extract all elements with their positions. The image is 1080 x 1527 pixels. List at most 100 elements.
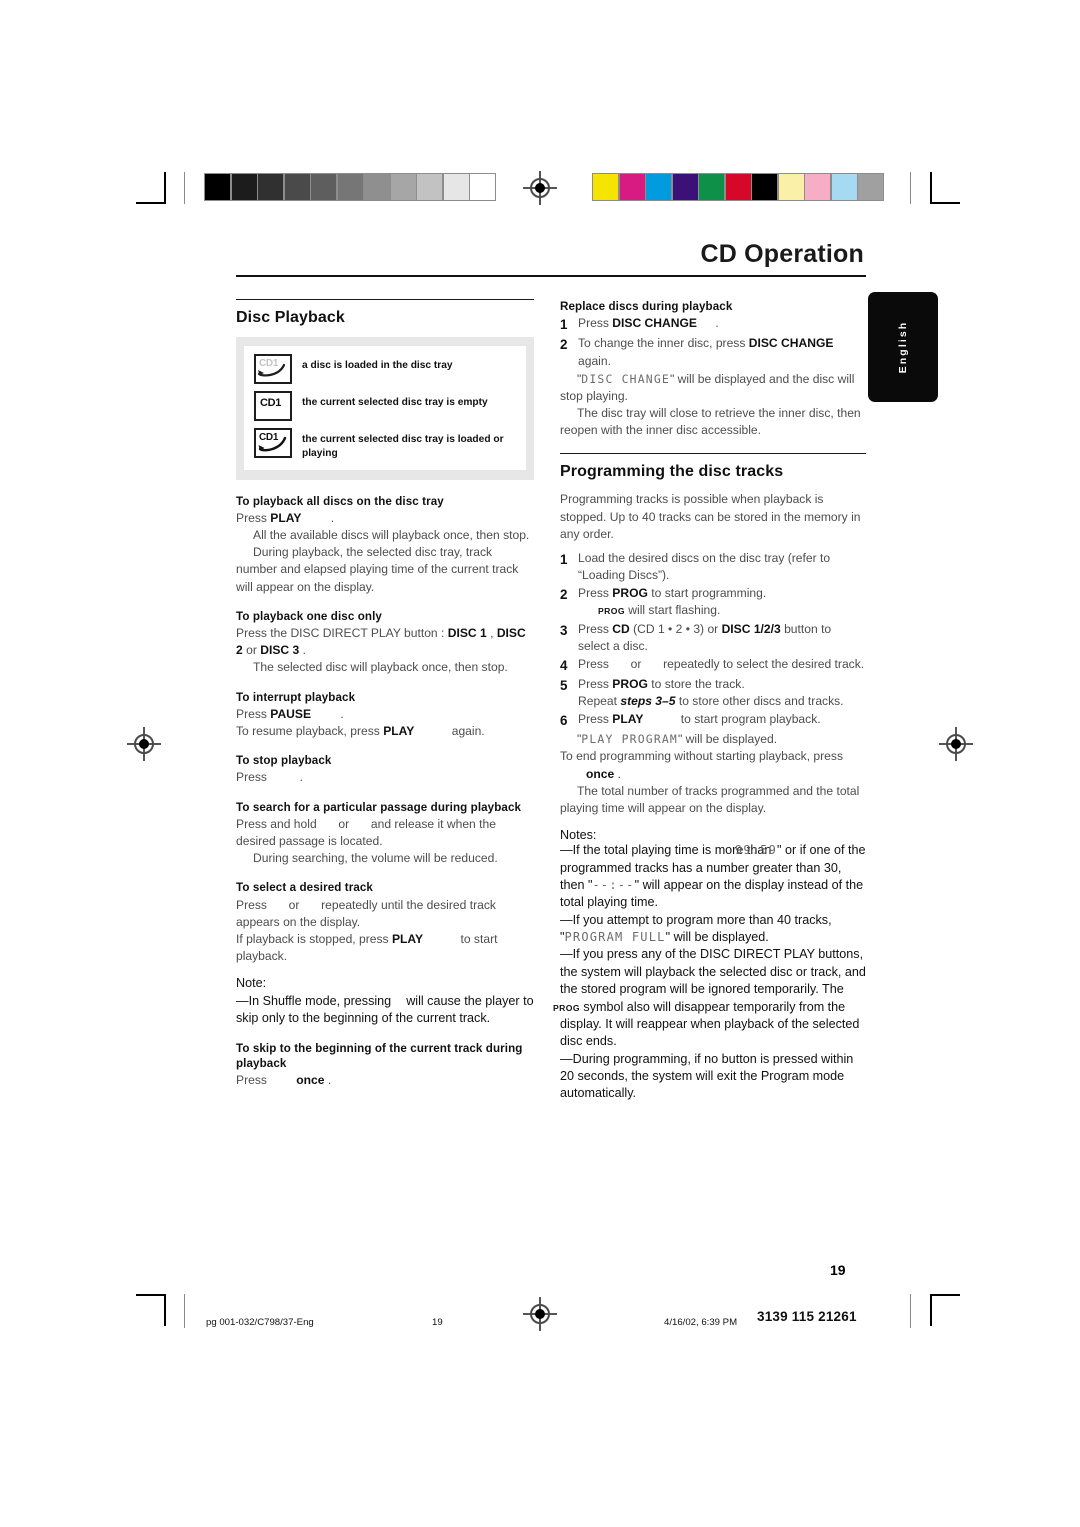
disc-tray-empty-icon: CD1 (254, 391, 292, 421)
disc-playback-heading: Disc Playback (236, 309, 345, 326)
crop-mark-tl-h (136, 202, 166, 204)
color-patch-0 (593, 174, 618, 200)
lcd-play-program: PLAY PROGRAM (581, 732, 678, 747)
disc-loaded-icon: CD1 (254, 354, 292, 384)
heading-replace-discs: Replace discs during playback (560, 300, 733, 313)
step-item: 1 Load the desired discs on the disc tra… (560, 550, 866, 584)
notes-title: Notes: (560, 828, 597, 843)
text-end-programming: To end programming without starting play… (560, 749, 843, 781)
left-note-title: Note: (236, 976, 267, 991)
programming-steps: 1 Load the desired discs on the disc tra… (560, 550, 866, 730)
text-search-volume-reduced: During searching, the volume will be red… (253, 851, 498, 866)
replace-discs-steps: 1 Press DISC CHANGE . 2 To change the in… (560, 315, 866, 369)
text-all-discs-once: All the available discs will playback on… (253, 528, 530, 542)
step-item: 5 Press PROG to store the track. Repeat … (560, 676, 866, 710)
disc-arrow-arc-icon (258, 436, 287, 452)
programming-heading: Programming the disc tracks (560, 463, 784, 481)
grayscale-patch-4 (311, 174, 336, 200)
step-number: 6 (560, 713, 568, 729)
text-press-skip-repeatedly: Press or repeatedly until the desired tr… (236, 897, 496, 929)
legend-item-tray-loaded: CD1 the current selected disc tray is lo… (254, 428, 516, 461)
step-number: 2 (560, 587, 568, 603)
step-item: 6 Press PLAY to start program playback. (560, 711, 866, 730)
page-number: 19 (830, 1262, 846, 1278)
prog-indicator-symbol: PROG (598, 606, 625, 617)
text-resume-playback: To resume playback, press PLAY again. (236, 723, 485, 738)
step-text: Press or repeatedly to select the desire… (578, 656, 865, 671)
programming-section-rule (560, 453, 866, 455)
color-patch-1 (619, 174, 645, 200)
heading-stop-playback: To stop playback (236, 754, 332, 768)
note-program-timeout: —During programming, if no button is pre… (560, 1051, 854, 1101)
note-program-full: —If you attempt to program more than 40 … (560, 912, 832, 945)
color-patch-9 (831, 174, 857, 200)
text-during-playback-display: During playback, the selected disc tray,… (236, 545, 519, 594)
step-item: 4 Press or repeatedly to select the desi… (560, 656, 866, 675)
text-total-tracks-time: The total number of tracks programmed an… (560, 783, 860, 815)
registration-target-top (523, 171, 557, 205)
color-patch-4 (699, 174, 724, 200)
grayscale-patch-3 (284, 174, 310, 200)
registration-target-left (127, 727, 161, 761)
step-item: 2 Press PROG to start programming. PROG … (560, 585, 866, 619)
lcd-max-time: 99:59 (734, 843, 778, 858)
step-text: Press PROG to store the track. Repeat st… (578, 676, 844, 709)
step-item: 1 Press DISC CHANGE . (560, 315, 866, 334)
heading-interrupt-playback: To interrupt playback (236, 690, 356, 704)
color-patch-8 (805, 174, 830, 200)
grayscale-patch-8 (417, 174, 442, 200)
legend-item-tray-empty: CD1 the current selected disc tray is em… (254, 391, 516, 421)
heading-playback-one-disc: To playback one disc only (236, 609, 382, 623)
text-press-disc-direct-play: Press the DISC DIRECT PLAY button : DISC… (236, 625, 526, 658)
step-text: Press DISC CHANGE . (578, 316, 719, 331)
manual-page: English CD Operation Disc Playback CD1 a… (0, 0, 1080, 1527)
grayscale-patch-1 (231, 174, 257, 200)
text-tray-retrieve-inner: The disc tray will close to retrieve the… (560, 406, 861, 438)
crop-mark-tl-v (164, 172, 166, 204)
grayscale-patch-10 (470, 174, 495, 200)
text-selected-disc-once: The selected disc will playback once, th… (253, 660, 508, 675)
footer-timestamp: 4/16/02, 6:39 PM (664, 1317, 738, 1328)
step-text: Press PROG to start programming. PROG wi… (578, 586, 767, 618)
text-play-program-displayed: "PLAY PROGRAM" will be displayed. (577, 732, 778, 747)
grayscale-patch-7 (390, 174, 416, 200)
color-patch-2 (646, 174, 671, 200)
registration-target-right (939, 727, 973, 761)
registration-target-bottom (523, 1297, 557, 1331)
crop-mark-tr-bleed (910, 172, 912, 204)
heading-select-track: To select a desired track (236, 881, 373, 895)
step-number: 5 (560, 677, 568, 693)
text-press-and-hold-search: Press and hold or and release it when th… (236, 816, 496, 849)
crop-mark-tr-h (930, 202, 960, 204)
grayscale-patch-6 (364, 174, 389, 200)
step-number: 3 (560, 622, 568, 638)
step-text: Press PLAY to start program playback. (578, 712, 821, 727)
right-column: Replace discs during playback 1 Press DI… (553, 299, 866, 1103)
step-number: 4 (560, 657, 568, 673)
color-patch-3 (672, 174, 698, 200)
left-column: Disc Playback CD1 a disc is loaded in th… (236, 299, 534, 1103)
footer-page-number: 19 (432, 1317, 443, 1328)
color-patch-6 (752, 174, 777, 200)
grayscale-patch-2 (258, 174, 283, 200)
disc-arrow-arc-icon (257, 363, 286, 377)
lcd-dashes: --:-- (592, 877, 635, 892)
step-number: 2 (560, 337, 568, 353)
step-number: 1 (560, 551, 568, 567)
grayscale-calibration-bar (204, 173, 496, 201)
crop-mark-tr-v (930, 172, 932, 204)
crop-mark-br-h (930, 1294, 960, 1296)
legend-label: the current selected disc tray is empty (302, 397, 488, 408)
crop-mark-bl-h (136, 1294, 166, 1296)
page-content: CD Operation Disc Playback CD1 a disc is… (236, 240, 866, 1103)
lcd-disc-change: DISC CHANGE (581, 371, 670, 386)
color-calibration-bar (592, 173, 884, 201)
color-patch-7 (778, 174, 804, 200)
grayscale-patch-0 (205, 174, 230, 200)
text-press-play: Press PLAY . (236, 510, 335, 525)
lcd-program-full: PROGRAM FULL (564, 930, 666, 945)
crop-mark-bl-bleed (184, 1294, 186, 1328)
text-if-stopped-press-play: If playback is stopped, press PLAY to st… (236, 932, 498, 964)
language-side-tab: English (868, 292, 938, 402)
note-playing-time: —If the total playing time is more than … (560, 843, 866, 910)
